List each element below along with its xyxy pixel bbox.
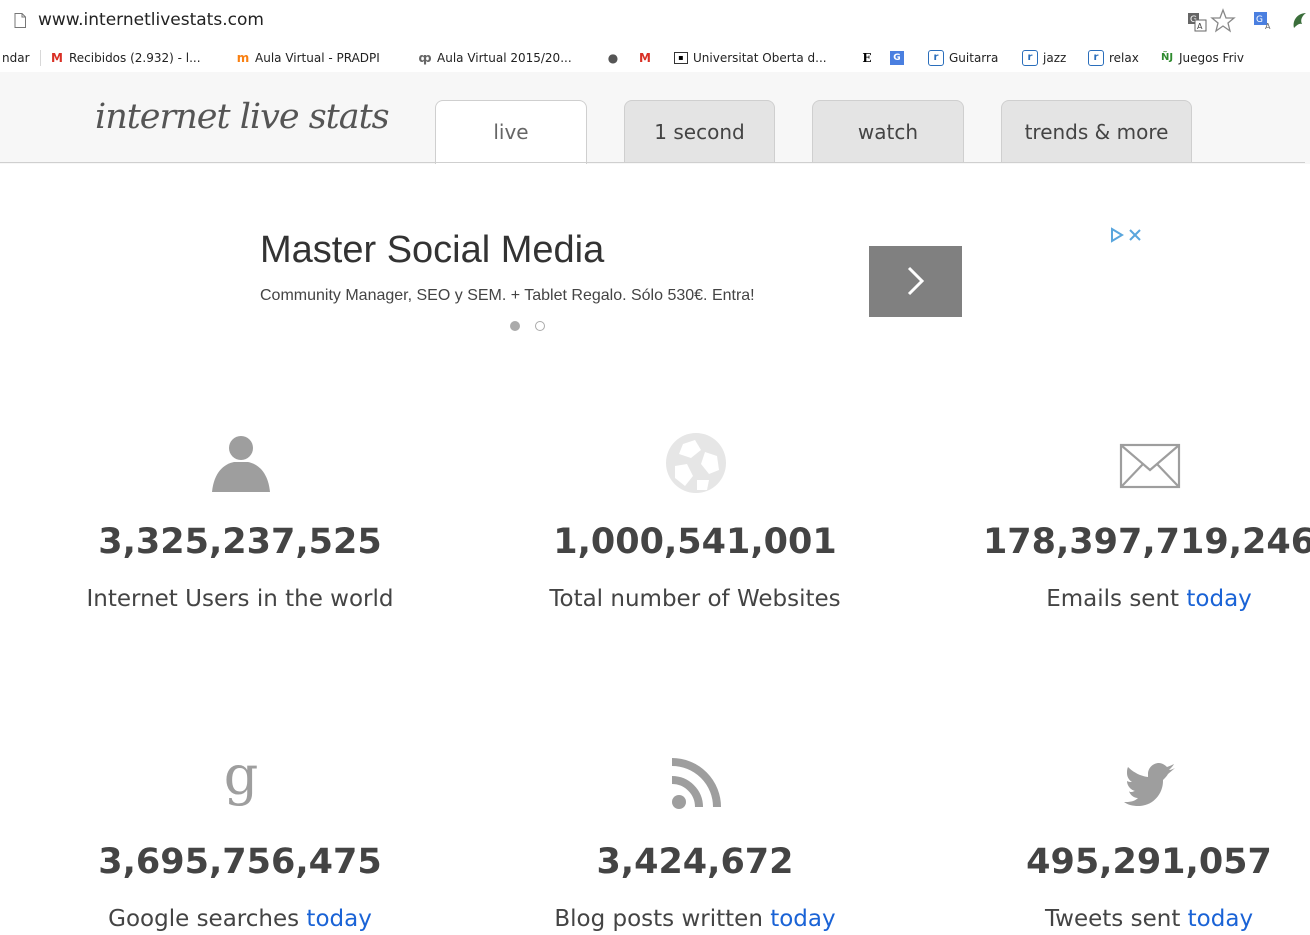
ad-choices-icon[interactable] <box>1110 227 1148 243</box>
bookmarks-bar: ndar M Recibidos (2.932) - l... m Aula V… <box>0 44 1310 72</box>
bookmark-label: jazz <box>1043 51 1067 65</box>
bookmark-jazz[interactable]: r jazz <box>1022 48 1066 68</box>
r-icon: r <box>928 50 944 66</box>
site-header: internet live stats live 1 second watch … <box>0 72 1310 164</box>
bookmark-gmail[interactable]: M <box>638 48 657 68</box>
globe-icon: ● <box>607 51 619 65</box>
ad-description[interactable]: Community Manager, SEO y SEM. + Tablet R… <box>260 287 755 305</box>
moodle-icon: m <box>236 51 250 65</box>
ad-title[interactable]: Master Social Media <box>260 229 604 272</box>
today-link[interactable]: today <box>770 906 835 932</box>
today-link[interactable]: today <box>306 906 371 932</box>
address-bar[interactable]: www.internetlivestats.com G A G A <box>0 0 1310 44</box>
tab-trends-more[interactable]: trends & more <box>1001 100 1192 162</box>
bookmark-calendar[interactable]: ndar <box>2 48 30 68</box>
stat-label-text: Emails sent <box>1046 586 1187 612</box>
bookmark-label: Aula Virtual - PRADPI <box>255 51 380 65</box>
bookmark-expansion[interactable]: E <box>860 48 879 68</box>
stat-label-text: Tweets sent <box>1044 906 1188 932</box>
ad-pagination-dot-active[interactable] <box>510 321 520 331</box>
bookmark-juegos-friv[interactable]: ÑJ Juegos Friv <box>1160 48 1244 68</box>
uoc-icon: ▪ <box>674 52 688 64</box>
rss-icon <box>671 758 721 809</box>
globe-icon <box>666 433 726 493</box>
stat-label: Tweets sent today <box>929 906 1310 932</box>
stat-number: 1,000,541,001 <box>553 522 837 562</box>
stat-label-text: Blog posts written <box>554 906 771 932</box>
expansion-icon: E <box>862 51 872 65</box>
stat-number: 3,424,672 <box>596 842 794 882</box>
friv-icon: ÑJ <box>1160 52 1174 63</box>
page-icon <box>14 13 26 28</box>
stat-number: 3,325,237,525 <box>98 522 382 562</box>
bookmark-divider <box>40 50 41 66</box>
ad-next-button[interactable] <box>869 246 962 317</box>
google-icon: g <box>224 752 259 807</box>
stat-label: Google searches today <box>20 906 460 932</box>
chevron-right-icon <box>907 266 925 296</box>
browser-toolbar: www.internetlivestats.com G A G A <box>0 0 1310 44</box>
bookmark-relax[interactable]: r relax <box>1088 48 1139 68</box>
stat-number: 495,291,057 <box>1026 842 1272 882</box>
translate-icon[interactable]: G A <box>1187 12 1207 32</box>
header-divider <box>0 162 1305 163</box>
bookmark-gmail-inbox[interactable]: M Recibidos (2.932) - l... <box>50 48 201 68</box>
tab-1-second[interactable]: 1 second <box>624 100 775 162</box>
stat-label: Internet Users in the world <box>20 586 460 612</box>
google-translate-extension-icon[interactable]: G A <box>1254 12 1272 30</box>
bookmark-label: relax <box>1109 51 1139 65</box>
tab-live[interactable]: live <box>435 100 587 164</box>
twitter-icon <box>1124 763 1175 806</box>
tab-watch[interactable]: watch <box>812 100 964 162</box>
extension-icon[interactable] <box>1290 10 1310 32</box>
site-logo[interactable]: internet live stats <box>95 97 390 137</box>
stat-label: Emails sent today <box>929 586 1310 612</box>
stat-number: 3,695,756,475 <box>98 842 382 882</box>
stat-number: 178,397,719,246 <box>982 522 1310 562</box>
stat-label-text: Total number of Websites <box>549 586 841 612</box>
svg-text:g: g <box>224 752 259 807</box>
svg-text:A: A <box>1197 22 1203 31</box>
bookmark-translate[interactable]: G <box>890 48 909 68</box>
bookmark-star-icon[interactable] <box>1210 8 1236 34</box>
svg-text:A: A <box>1265 22 1271 30</box>
ad-pagination-dot[interactable] <box>535 321 545 331</box>
bookmark-label: Universitat Oberta d... <box>693 51 827 65</box>
stat-label-text: Internet Users in the world <box>86 586 394 612</box>
r-icon: r <box>1022 50 1038 66</box>
bookmark-guitarra[interactable]: r Guitarra <box>928 48 998 68</box>
today-link[interactable]: today <box>1188 906 1253 932</box>
bookmark-label: Recibidos (2.932) - l... <box>69 51 201 65</box>
bookmark-label: Guitarra <box>949 51 999 65</box>
r-icon: r <box>1088 50 1104 66</box>
bookmark-label: ndar <box>2 51 30 65</box>
moodle-icon: ȹ <box>418 51 432 65</box>
bookmark-label: Juegos Friv <box>1179 51 1244 65</box>
bookmark-uoc[interactable]: ▪ Universitat Oberta d... <box>674 48 827 68</box>
bookmark-aula-pradpi[interactable]: m Aula Virtual - PRADPI <box>236 48 380 68</box>
bookmark-globe[interactable]: ● <box>606 48 625 68</box>
gmail-icon: M <box>51 51 63 65</box>
envelope-icon <box>1119 443 1181 489</box>
stat-label: Total number of Websites <box>475 586 915 612</box>
translate-icon: G <box>890 51 904 65</box>
gmail-icon: M <box>639 51 651 65</box>
ad-banner: Master Social Media Community Manager, S… <box>0 164 1310 364</box>
bookmark-aula-2015[interactable]: ȹ Aula Virtual 2015/20... <box>418 48 572 68</box>
bookmark-label: Aula Virtual 2015/20... <box>437 51 572 65</box>
user-icon <box>212 436 270 492</box>
today-link[interactable]: today <box>1186 586 1251 612</box>
svg-text:G: G <box>1256 15 1263 25</box>
url-text[interactable]: www.internetlivestats.com <box>38 10 264 30</box>
stat-label: Blog posts written today <box>475 906 915 932</box>
stat-label-text: Google searches <box>108 906 307 932</box>
